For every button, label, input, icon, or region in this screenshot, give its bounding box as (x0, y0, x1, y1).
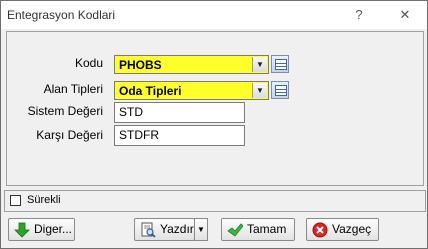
options-row: Sürekli (4, 190, 426, 212)
lookup-grid-icon (275, 59, 287, 70)
karsi-degeri-value: STDFR (119, 128, 159, 142)
tamam-button[interactable]: Tamam (221, 218, 295, 241)
print-preview-icon (141, 222, 156, 238)
karsi-degeri-input[interactable]: STDFR (114, 125, 245, 146)
vazgec-label: Vazgeç (332, 222, 372, 236)
red-cancel-icon (312, 222, 328, 238)
kodu-value: PHOBS (119, 58, 162, 72)
sistem-degeri-input[interactable]: STD (114, 102, 245, 123)
chevron-down-icon: ▼ (197, 225, 205, 234)
kodu-combobox[interactable]: PHOBS ▼ (114, 55, 269, 74)
sistem-degeri-value: STD (119, 105, 143, 119)
kodu-label: Kodu (74, 56, 103, 70)
alan-tipleri-label: Alan Tipleri (43, 82, 103, 96)
close-button[interactable]: ✕ (390, 3, 420, 27)
chevron-down-icon[interactable]: ▼ (252, 83, 267, 98)
lookup-grid-icon (275, 85, 287, 96)
alan-tipleri-lookup-button[interactable] (271, 81, 289, 99)
alan-tipleri-value: Oda Tipleri (119, 84, 182, 98)
chevron-down-icon[interactable]: ▼ (252, 57, 267, 72)
kodu-lookup-button[interactable] (271, 55, 289, 73)
integration-codes-dialog: Entegrasyon Kodlari ? ✕ Kodu PHOBS ▼ Ala… (0, 0, 428, 249)
diger-label: Diger... (34, 222, 73, 236)
window-title: Entegrasyon Kodlari (7, 8, 116, 22)
background-window-edge (251, 0, 311, 3)
title-bar: Entegrasyon Kodlari ? ✕ (1, 1, 427, 29)
sistem-degeri-label: Sistem Değeri (27, 104, 103, 118)
form-panel: Kodu PHOBS ▼ Alan Tipleri Oda Tipleri ▼ … (6, 31, 424, 186)
yazdir-dropdown-button[interactable]: ▼ (194, 218, 208, 241)
green-check-icon (227, 223, 243, 237)
green-down-arrow-icon (14, 222, 30, 238)
alan-tipleri-combobox[interactable]: Oda Tipleri ▼ (114, 81, 269, 100)
yazdir-button[interactable]: Yazdır (134, 218, 195, 241)
vazgec-button[interactable]: Vazgeç (306, 218, 379, 241)
yazdir-label: Yazdır (160, 222, 194, 236)
karsi-degeri-label: Karşı Değeri (36, 128, 103, 142)
diger-button[interactable]: Diger... (8, 218, 75, 241)
tamam-label: Tamam (247, 222, 287, 236)
surekli-checkbox[interactable] (10, 195, 21, 206)
surekli-label[interactable]: Sürekli (27, 194, 61, 206)
help-button[interactable]: ? (344, 3, 374, 27)
